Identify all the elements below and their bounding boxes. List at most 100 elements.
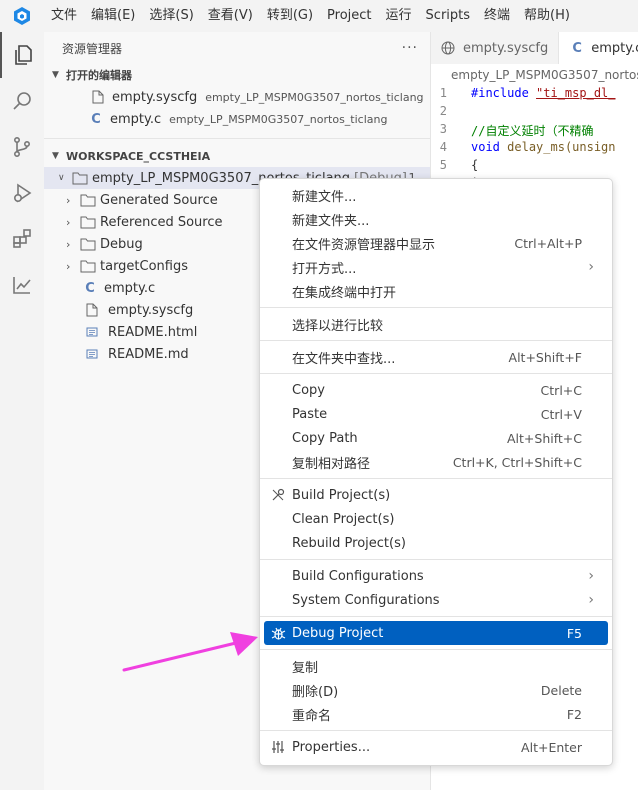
tab-empty-c[interactable]: C empty.c	[559, 32, 638, 64]
line-number: 5	[439, 158, 447, 172]
context-menu-item[interactable]: Build Configurations ›	[264, 564, 608, 588]
menu-item-label: Build Configurations	[292, 568, 424, 584]
code-text: void delay_ms(unsign	[471, 140, 616, 154]
context-menu-item[interactable]: 在集成终端中打开	[264, 279, 608, 303]
menu-item-label: 在集成终端中打开	[292, 285, 397, 301]
menu-item-label: 新建文件夹...	[292, 213, 370, 229]
menu-item-label: 删除(D)	[292, 684, 339, 700]
menu-item-label: 打开方式...	[292, 261, 357, 277]
menu-item-label: 在文件夹中查找...	[292, 351, 396, 367]
menu-item[interactable]: 选择(S)	[142, 0, 200, 32]
search-icon[interactable]	[0, 78, 44, 124]
explorer-icon[interactable]	[0, 32, 44, 78]
menu-item[interactable]: 帮助(H)	[517, 0, 577, 32]
workspace-section[interactable]: ▼ WORKSPACE_CCSTHEIA	[44, 145, 430, 167]
tab-label: empty.c	[591, 40, 638, 56]
menu-bar: 文件 编辑(E) 选择(S) 查看(V) 转到(G) Project 运行 Scripts 终端…	[0, 0, 638, 32]
c-file-icon: C	[85, 280, 95, 296]
menu-item-label: 重命名	[292, 708, 332, 724]
context-menu-item[interactable]: 在文件夹中查找... Alt+Shift+F	[264, 345, 608, 369]
context-menu-item[interactable]: 复制相对路径 Ctrl+K, Ctrl+Shift+C	[264, 450, 608, 474]
menu-item[interactable]: 运行	[379, 0, 419, 32]
code-text: //自定义延时（不精确	[471, 124, 594, 138]
tree-item-label: empty.c	[104, 280, 156, 296]
menu-item[interactable]: 编辑(E)	[84, 0, 142, 32]
menu-item[interactable]: 转到(G)	[260, 0, 320, 32]
menu-item-label: System Configurations	[292, 592, 440, 608]
menu-item[interactable]: 终端	[477, 0, 517, 32]
breadcrumb[interactable]: empty_LP_MSPM0G3507_nortos_	[431, 64, 638, 86]
context-menu: 新建文件... 新建文件夹... 在文件资源管理器中显示 Ctrl+Alt+P 打开方式…	[259, 178, 613, 766]
menu-item[interactable]: Project	[320, 0, 378, 32]
tab-label: empty.syscfg	[463, 40, 549, 56]
open-editor-name: empty.syscfg	[112, 89, 198, 105]
code-line: 1 #include "ti_msp_dl_	[431, 86, 638, 104]
context-menu-item[interactable]: Copy Ctrl+C	[264, 378, 608, 402]
open-editor-name: empty.c	[110, 111, 162, 127]
context-menu-item[interactable]: 在文件资源管理器中显示 Ctrl+Alt+P	[264, 231, 608, 255]
open-editor-desc: empty_LP_MSPM0G3507_nortos_ticlang	[169, 112, 388, 126]
menu-item-label: Copy	[292, 382, 325, 398]
chevron-down-icon: ▼	[52, 151, 59, 161]
annotation-arrow-icon	[122, 632, 258, 672]
menu-item-shortcut: Alt+Shift+C	[506, 430, 582, 446]
context-menu-item[interactable]: System Configurations ›	[264, 588, 608, 612]
menu-separator	[260, 730, 612, 731]
source-control-icon[interactable]	[0, 124, 44, 170]
menu-items: 文件 编辑(E) 选择(S) 查看(V) 转到(G) Project 运行 Scripts 终端…	[44, 0, 577, 32]
context-menu-item[interactable]: 重命名 F2	[264, 702, 608, 726]
folder-icon	[80, 258, 96, 274]
menu-item[interactable]: 查看(V)	[201, 0, 260, 32]
context-menu-item[interactable]: Paste Ctrl+V	[264, 402, 608, 426]
menu-item-label: 复制	[292, 660, 319, 676]
context-menu-item[interactable]: 新建文件...	[264, 183, 608, 207]
wrench-icon	[270, 487, 286, 503]
menu-separator	[260, 307, 612, 308]
folder-icon	[80, 192, 96, 208]
menu-item-shortcut: Ctrl+K, Ctrl+Shift+C	[452, 454, 582, 470]
menu-separator	[260, 649, 612, 650]
menu-item-label: Paste	[292, 406, 328, 422]
menu-item-label: 新建文件...	[292, 189, 357, 205]
context-menu-item[interactable]: Rebuild Project(s)	[264, 531, 608, 555]
context-menu-item[interactable]: 新建文件夹...	[264, 207, 608, 231]
more-actions-icon[interactable]: ···	[402, 40, 418, 56]
menu-item-label: Debug Project	[292, 625, 384, 641]
open-editors-title: 打开的编辑器	[66, 69, 132, 82]
line-number: 2	[439, 104, 447, 118]
tree-item-label: empty.syscfg	[108, 302, 194, 318]
run-debug-icon[interactable]	[0, 170, 44, 216]
analytics-icon[interactable]	[0, 262, 44, 308]
open-editor-item[interactable]: C empty.c empty_LP_MSPM0G3507_nortos_tic…	[44, 108, 430, 130]
context-menu-item[interactable]: 复制	[264, 654, 608, 678]
line-number: 4	[439, 140, 447, 154]
menu-item[interactable]: 文件	[44, 0, 84, 32]
document-icon	[84, 346, 100, 362]
tab-empty-syscfg[interactable]: empty.syscfg	[431, 32, 560, 64]
menu-item-shortcut: Delete	[540, 682, 582, 698]
open-editor-item[interactable]: empty.syscfg empty_LP_MSPM0G3507_nortos_…	[44, 86, 430, 108]
context-menu-item[interactable]: 删除(D) Delete	[264, 678, 608, 702]
workspace-title: WORKSPACE_CCSTHEIA	[66, 149, 211, 163]
context-menu-item[interactable]: 选择以进行比较	[264, 312, 608, 336]
context-menu-item[interactable]: Build Project(s)	[264, 483, 608, 507]
tree-item-label: Debug	[100, 236, 143, 252]
extensions-icon[interactable]	[0, 216, 44, 262]
context-menu-item[interactable]: Copy Path Alt+Shift+C	[264, 426, 608, 450]
menu-item-label: Rebuild Project(s)	[292, 535, 406, 551]
open-editors-section[interactable]: ▼ 打开的编辑器	[44, 64, 430, 86]
context-menu-item[interactable]: Debug Project F5	[264, 621, 608, 645]
menu-item-shortcut: Ctrl+V	[540, 406, 582, 422]
open-editor-desc: empty_LP_MSPM0G3507_nortos_ticlang	[205, 90, 424, 104]
app-logo-icon	[0, 0, 44, 32]
context-menu-item[interactable]: Properties... Alt+Enter	[264, 735, 608, 759]
context-menu-item[interactable]: Clean Project(s)	[264, 507, 608, 531]
tree-item-label: Generated Source	[100, 192, 218, 208]
context-menu-item[interactable]: 打开方式... ›	[264, 255, 608, 279]
code-line: 3 //自定义延时（不精确	[431, 122, 638, 140]
chevron-right-icon: ›	[588, 568, 594, 584]
c-file-icon: C	[91, 111, 101, 127]
line-number: 1	[439, 86, 447, 100]
menu-item[interactable]: Scripts	[419, 0, 477, 32]
folder-icon	[80, 214, 96, 230]
